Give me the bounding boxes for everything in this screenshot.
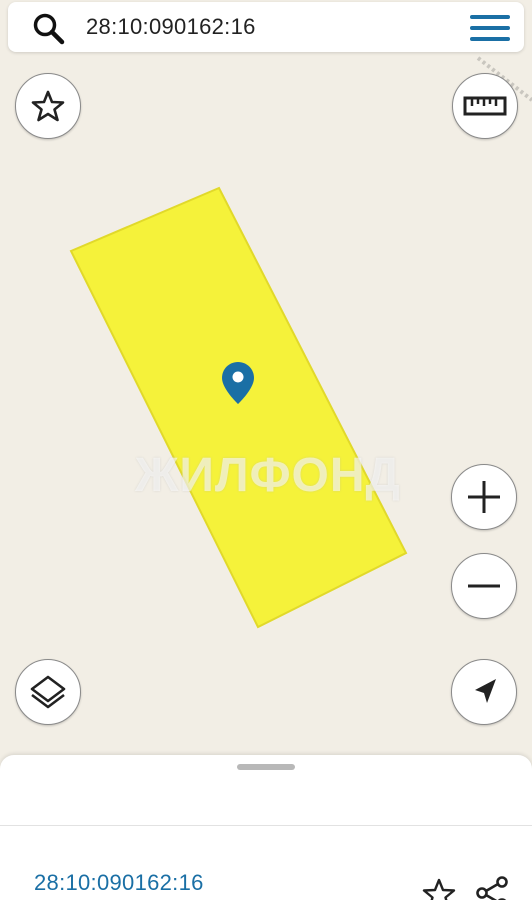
ruler-icon (463, 96, 507, 116)
plus-icon (468, 481, 500, 513)
layers-button[interactable] (15, 659, 81, 725)
share-icon[interactable] (474, 875, 510, 900)
sheet-divider (0, 825, 532, 826)
info-bottom-sheet[interactable]: 28:10:090162:16 (0, 755, 532, 900)
navigation-arrow-icon (475, 679, 496, 703)
parcel-number[interactable]: 28:10:090162:16 (34, 870, 204, 896)
drag-handle[interactable] (237, 764, 295, 770)
minus-icon (468, 584, 500, 588)
favorite-button[interactable] (15, 73, 81, 139)
ruler-button[interactable] (452, 73, 518, 139)
search-icon[interactable] (32, 12, 66, 46)
watermark: ЖИЛФОНД (135, 449, 401, 502)
land-parcel[interactable] (69, 186, 408, 629)
search-bar (8, 2, 524, 52)
star-icon[interactable] (422, 877, 456, 900)
locate-button[interactable] (451, 659, 517, 725)
star-icon (31, 90, 65, 122)
layers-icon (30, 675, 66, 709)
search-input[interactable] (86, 11, 446, 43)
zoom-in-button[interactable] (451, 464, 517, 530)
zoom-out-button[interactable] (451, 553, 517, 619)
menu-icon[interactable] (470, 14, 514, 44)
